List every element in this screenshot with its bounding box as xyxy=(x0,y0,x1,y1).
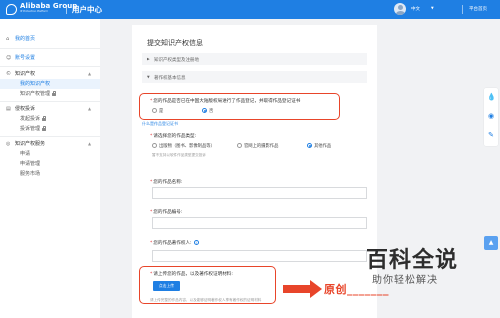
chevron-up-icon: ▲ xyxy=(88,71,92,76)
radio-photography-label: 官网上的摄影作品 xyxy=(244,144,279,149)
radio-photography[interactable] xyxy=(237,143,242,148)
header-divider xyxy=(66,5,67,14)
back-to-top-button[interactable]: ▲ xyxy=(484,236,498,250)
sidebar-item-home[interactable]: ⌂ 我的首页 xyxy=(0,34,100,44)
sidebar-item-label: 我的首页 xyxy=(15,36,36,42)
sidebar-item-service-market[interactable]: 服务市场 xyxy=(0,169,100,179)
chat-icon[interactable]: ◉ xyxy=(487,112,495,120)
language-selector[interactable]: 中文 xyxy=(411,6,420,12)
chevron-down-icon[interactable]: ▼ xyxy=(431,6,434,10)
question-work-number: *您的作品编号: xyxy=(150,210,183,215)
radio-publication-label: 出版物（图书、影像制品等） xyxy=(159,144,215,149)
platform-home-link[interactable]: 平台首页 xyxy=(469,6,487,12)
annotation-arrow xyxy=(283,285,311,293)
watermark-subtitle: 助你轻松解决 xyxy=(372,275,438,286)
copyright-owner-input[interactable] xyxy=(152,250,367,262)
work-name-input[interactable] xyxy=(152,187,367,199)
water-drop-icon[interactable]: 💧 xyxy=(487,93,496,101)
section-label: 知识产权类型及注册地 xyxy=(154,57,199,63)
home-icon: ⌂ xyxy=(6,35,10,42)
sidebar-item-label: 我的知识产权 xyxy=(20,81,51,87)
header-separator xyxy=(462,5,463,14)
sidebar-divider xyxy=(0,66,100,67)
question-copyright-owner: *您的作品著作权人: i xyxy=(150,240,199,246)
alibaba-logo-icon xyxy=(6,4,17,15)
register-certificate-link[interactable]: 什么是作品登记证书 xyxy=(142,121,178,127)
sidebar-item-label: 知识产权管理 xyxy=(20,90,56,97)
sidebar-divider xyxy=(0,48,100,49)
work-type-hint: 暂不支持以软件作品类型提交投诉 xyxy=(152,153,206,157)
avatar[interactable] xyxy=(394,3,406,15)
info-icon[interactable]: i xyxy=(193,240,199,245)
lock-icon xyxy=(42,115,46,121)
sidebar-group-report[interactable]: ▤ 侵权投诉 ▲ xyxy=(0,104,100,114)
chevron-right-icon: ▶ xyxy=(147,56,150,61)
sidebar: ⌂ 我的首页 ☺ 账号设置 © 知识产权 ▲ 我的知识产权 知识产权管理 ▤ 侵… xyxy=(0,19,100,318)
sidebar-item-report-management[interactable]: 投诉管理 xyxy=(0,124,100,134)
sidebar-group-label: 知识产权 xyxy=(15,71,36,77)
sidebar-item-label: 申请管理 xyxy=(20,161,41,167)
sidebar-divider xyxy=(0,136,100,137)
sidebar-item-apply-management[interactable]: 申请管理 xyxy=(0,159,100,169)
chevron-up-icon: ▲ xyxy=(88,106,92,111)
sidebar-group-label: 侵权投诉 xyxy=(15,106,36,112)
sidebar-item-ip-management[interactable]: 知识产权管理 xyxy=(0,89,100,99)
sidebar-item-apply[interactable]: 申请 xyxy=(0,149,100,159)
sidebar-item-new-report[interactable]: 发起投诉 xyxy=(0,114,100,124)
report-icon: ▤ xyxy=(6,105,11,112)
annotation-box-registration xyxy=(139,93,340,120)
question-work-name: *您的作品名称: xyxy=(150,180,183,185)
radio-other-work-label: 其他作品 xyxy=(314,144,332,149)
watermark-title: 百科全说 xyxy=(366,248,459,273)
sidebar-item-label: 发起投诉 xyxy=(20,115,46,122)
radio-other-work[interactable] xyxy=(307,143,312,148)
user-icon: ☺ xyxy=(6,54,12,61)
section-ip-type[interactable]: ▶ 知识产权类型及注册地 xyxy=(142,53,367,65)
service-icon: ◎ xyxy=(6,140,11,147)
page-title: 提交知识产权信息 xyxy=(147,39,203,47)
copyright-icon: © xyxy=(6,70,11,77)
sidebar-group-label: 知识产权服务 xyxy=(15,141,46,147)
chevron-up-icon: ▲ xyxy=(88,141,92,146)
logo-name: Alibaba Group xyxy=(20,2,78,10)
section-copyright-basic[interactable]: ▼ 著作权基本信息 xyxy=(142,71,367,83)
sidebar-group-services[interactable]: ◎ 知识产权服务 ▲ xyxy=(0,139,100,149)
lock-icon xyxy=(52,90,56,96)
sidebar-item-label: 账号设置 xyxy=(15,55,36,61)
sidebar-item-my-ip[interactable]: 我的知识产权 xyxy=(0,79,100,89)
sidebar-group-ip[interactable]: © 知识产权 ▲ xyxy=(0,69,100,79)
annotation-box-upload xyxy=(139,266,276,304)
edit-icon[interactable]: ✎ xyxy=(487,131,495,139)
radio-publication[interactable] xyxy=(152,143,157,148)
sidebar-item-account[interactable]: ☺ 账号设置 xyxy=(0,53,100,63)
annotation-arrow-head xyxy=(310,280,322,298)
top-header: Alibaba Group IP Protection Platform 用户中… xyxy=(0,0,500,19)
sidebar-item-label: 申请 xyxy=(20,151,31,157)
lock-icon xyxy=(42,125,46,131)
chevron-down-icon: ▼ xyxy=(147,74,150,79)
work-number-input[interactable] xyxy=(152,217,367,229)
sidebar-item-label: 服务市场 xyxy=(20,171,41,177)
floating-toolbar: 💧 ◉ ✎ xyxy=(484,88,498,146)
question-work-type: *请选择您的作品类型: xyxy=(150,134,197,139)
section-label: 著作权基本信息 xyxy=(154,75,186,81)
logo-subtitle: IP Protection Platform xyxy=(20,10,49,13)
sidebar-item-label: 投诉管理 xyxy=(20,125,46,132)
sidebar-divider xyxy=(0,101,100,102)
header-title: 用户中心 xyxy=(72,5,102,14)
